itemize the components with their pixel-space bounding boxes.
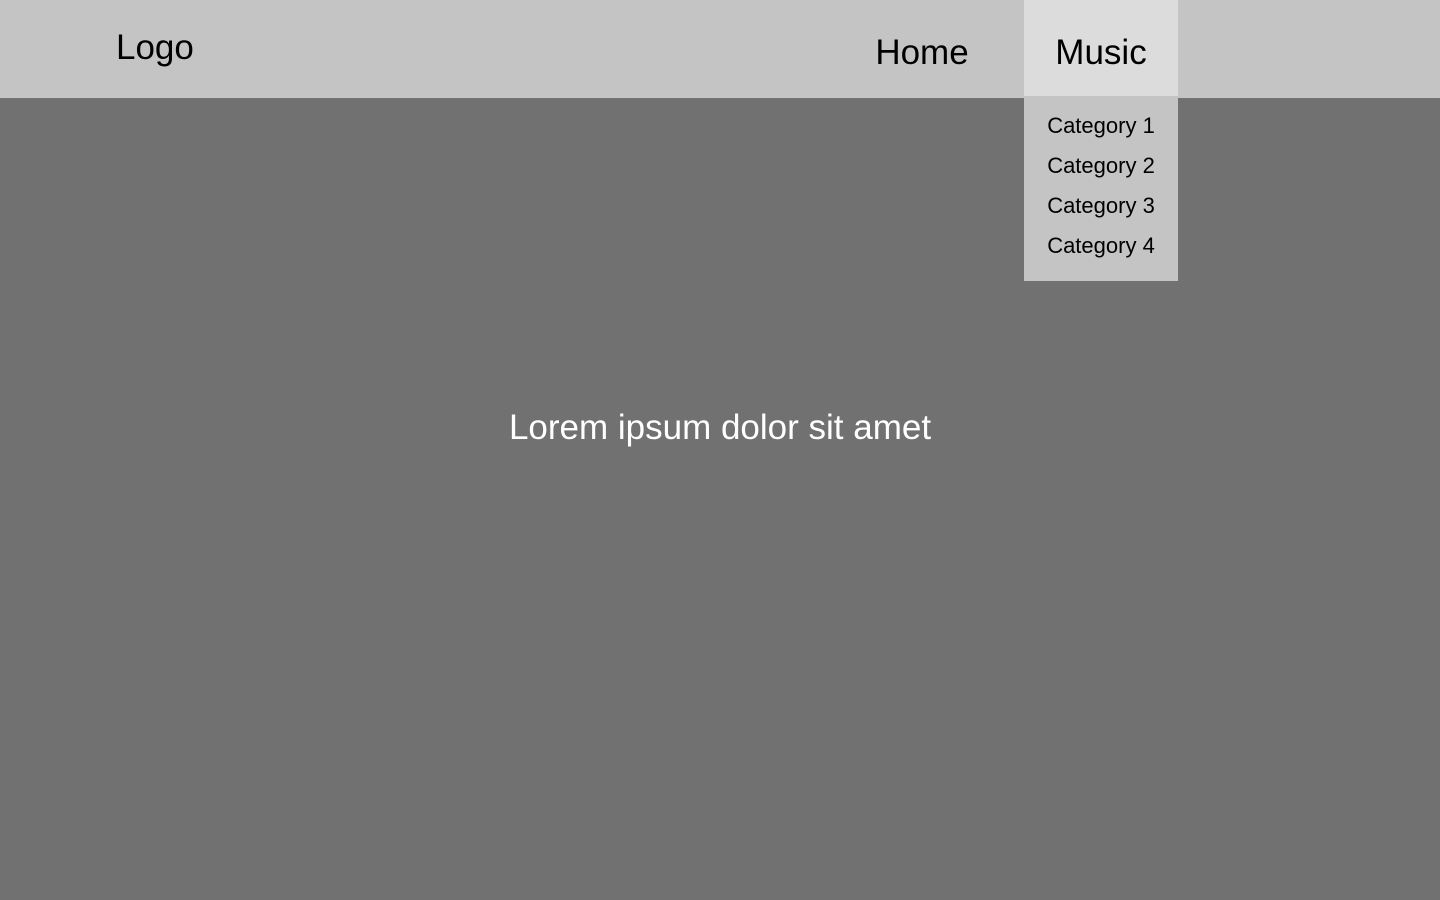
dropdown-item-category-3[interactable]: Category 3 — [1024, 186, 1178, 226]
music-dropdown-menu: Category 1 Category 2 Category 3 Categor… — [1024, 98, 1178, 281]
logo[interactable]: Logo — [116, 28, 194, 68]
top-navigation-bar: Logo Home Music — [0, 0, 1440, 98]
dropdown-item-category-1[interactable]: Category 1 — [1024, 106, 1178, 146]
nav-item-home[interactable]: Home — [852, 0, 992, 98]
dropdown-item-category-4[interactable]: Category 4 — [1024, 226, 1178, 266]
nav-item-music[interactable]: Music — [1024, 0, 1178, 96]
dropdown-item-category-2[interactable]: Category 2 — [1024, 146, 1178, 186]
hero-text: Lorem ipsum dolor sit amet — [508, 408, 932, 447]
page: Logo Home Music Category 1 Category 2 Ca… — [0, 0, 1440, 900]
